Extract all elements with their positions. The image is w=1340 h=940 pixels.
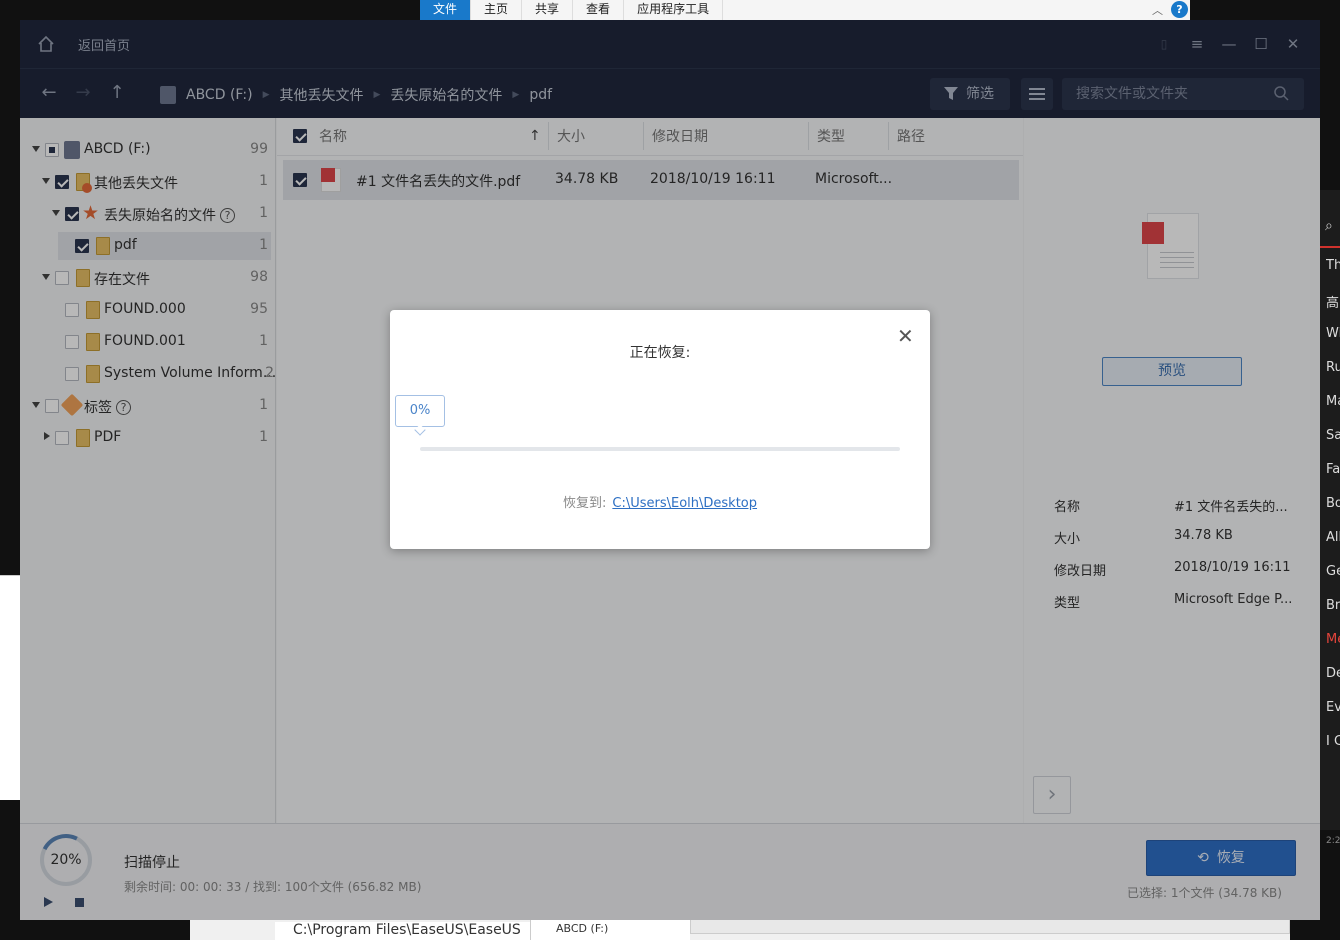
ribbon-tab-app-tools[interactable]: 应用程序工具	[624, 0, 724, 20]
bg-menu-item[interactable]: Ge	[1326, 564, 1340, 579]
bg-clock: 2:21	[1326, 836, 1340, 846]
explorer-ribbon: 文件 主页 共享 查看 应用程序工具 ︿ ?	[420, 0, 1190, 20]
background-window	[0, 575, 20, 800]
ribbon-tab-home[interactable]: 主页	[471, 0, 523, 20]
explorer-drive[interactable]: ABCD (F:)	[530, 918, 690, 940]
ribbon-tab-view[interactable]: 查看	[573, 0, 625, 20]
ribbon-tab-file[interactable]: 文件	[420, 0, 472, 20]
recovery-dialog: 正在恢复: ✕ 0% 恢复到: C:\Users\Eolh\Desktop	[390, 310, 930, 549]
explorer-scrollbar[interactable]	[690, 918, 1290, 934]
ribbon-tab-share[interactable]: 共享	[522, 0, 574, 20]
bg-menu-item[interactable]: Ev	[1326, 700, 1340, 715]
background-menu: ⌕ Th 高 Wi Ru Ma Sa Fa Bo All Ge Br Me De…	[1320, 190, 1340, 846]
progress-percent-bubble: 0%	[395, 395, 445, 427]
dialog-title: 正在恢复:	[629, 345, 691, 361]
restore-to-label: 恢复到:	[562, 496, 607, 511]
close-icon[interactable]: ✕	[897, 324, 914, 348]
bg-menu-item[interactable]: Br	[1326, 598, 1340, 613]
progress-track	[420, 447, 900, 451]
bg-menu-item[interactable]: Th	[1326, 258, 1340, 273]
bg-menu-item[interactable]: I C	[1326, 734, 1340, 749]
bg-menu-item[interactable]: Bo	[1326, 496, 1340, 511]
bg-menu-item[interactable]: De	[1326, 666, 1340, 681]
bg-menu-item-active[interactable]: Me	[1326, 632, 1340, 647]
bg-menu-item[interactable]: All	[1326, 530, 1340, 545]
bg-menu-item[interactable]: Ru	[1326, 360, 1340, 375]
ribbon-collapse-icon[interactable]: ︿	[1152, 2, 1163, 18]
bg-menu-item[interactable]: Fa	[1326, 462, 1340, 477]
bg-menu-item[interactable]: 高	[1326, 292, 1340, 311]
explorer-path[interactable]: C:\Program Files\EaseUS\EaseUS	[275, 922, 530, 940]
restore-destination: 恢复到: C:\Users\Eolh\Desktop	[390, 492, 930, 511]
bg-menu-item[interactable]: Ma	[1326, 394, 1340, 409]
help-icon[interactable]: ?	[1171, 1, 1188, 18]
search-icon[interactable]: ⌕	[1320, 206, 1340, 248]
bg-menu-item[interactable]: Sa	[1326, 428, 1340, 443]
restore-path-link[interactable]: C:\Users\Eolh\Desktop	[612, 496, 757, 511]
bg-menu-item[interactable]: Wi	[1326, 326, 1340, 341]
background-explorer: C:\Program Files\EaseUS\EaseUS ABCD (F:)	[190, 918, 1290, 940]
